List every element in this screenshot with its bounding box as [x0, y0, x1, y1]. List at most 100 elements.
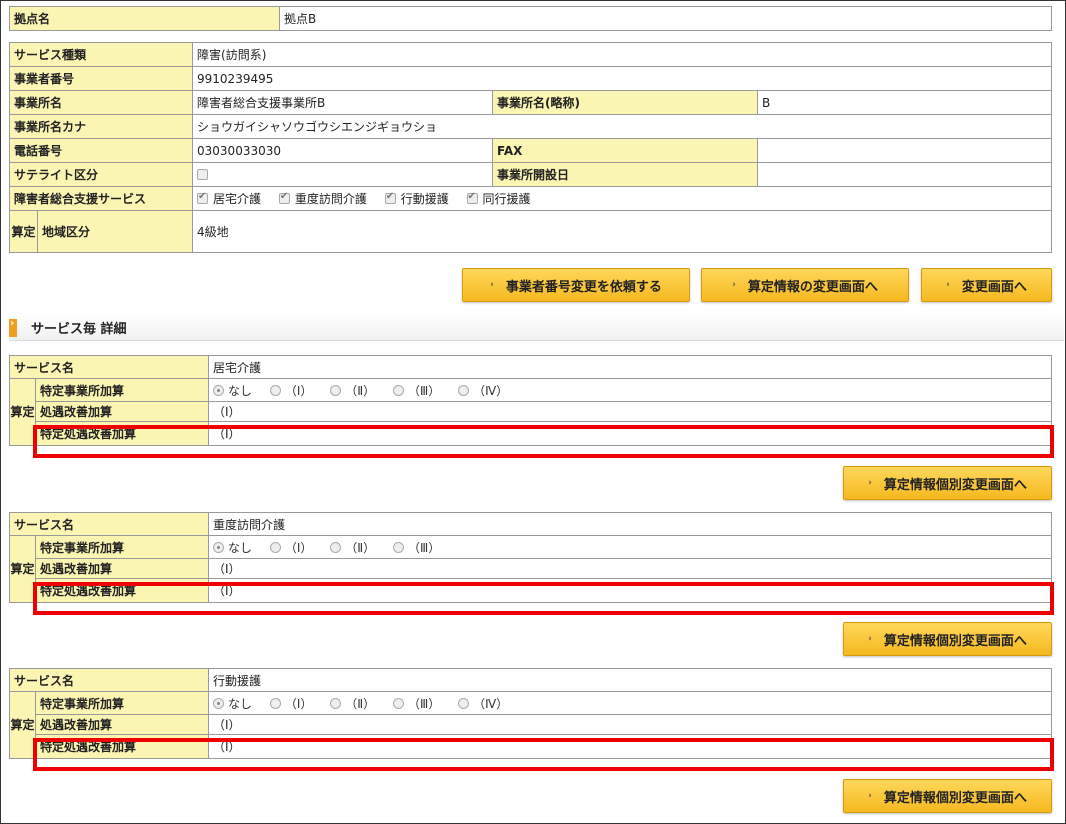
specific-treatment-improvement-label: 特定処遇改善加算: [34, 578, 210, 603]
radio-option[interactable]: [392, 384, 404, 396]
request-provider-change-button[interactable]: › 事業者番号変更を依頼する: [462, 268, 690, 302]
specific-treatment-improvement-label: 特定処遇改善加算: [34, 421, 210, 446]
specific-treatment-improvement-value: （Ⅰ）: [208, 421, 1052, 446]
santei-label: 算定: [9, 691, 36, 759]
treatment-improvement-value: （Ⅰ）: [208, 558, 1052, 579]
service-detail-table: サービス名 居宅介護 算定 特定事業所加算 なし （Ⅰ） （Ⅱ） （Ⅲ） （Ⅳ）…: [8, 355, 1052, 446]
santei-label: 算定: [9, 210, 38, 253]
specific-office-addition-options: なし （Ⅰ） （Ⅱ） （Ⅲ） （Ⅳ）: [208, 691, 1052, 715]
satellite-label: サテライト区分: [8, 162, 194, 187]
phone-label: 電話番号: [8, 138, 194, 163]
support-services-label: 障害者総合支援サービス: [8, 186, 194, 211]
radio-option-label: （Ⅰ）: [284, 696, 313, 711]
support-service-checkbox[interactable]: [197, 191, 209, 204]
satellite-checkbox[interactable]: [197, 168, 209, 180]
specific-treatment-improvement-label: 特定処遇改善加算: [34, 734, 210, 759]
radio-option[interactable]: [458, 384, 470, 396]
calc-info-change-button[interactable]: › 算定情報の変更画面へ: [701, 268, 909, 302]
radio-option[interactable]: [458, 697, 470, 709]
button-label: 算定情報の変更画面へ: [747, 279, 878, 295]
support-service-item: 重度訪問介護: [278, 190, 367, 207]
radio-option[interactable]: [392, 697, 404, 709]
service-type-label: サービス種類: [8, 42, 194, 67]
service-detail-table: サービス名 重度訪問介護 算定 特定事業所加算 なし （Ⅰ） （Ⅱ） （Ⅲ） 処…: [8, 512, 1052, 603]
section-marker-icon: [9, 318, 17, 337]
chevron-right-icon: ›: [732, 280, 736, 290]
chevron-right-icon: ›: [868, 478, 872, 488]
santei-label: 算定: [9, 378, 36, 446]
individual-calc-change-button[interactable]: › 算定情報個別変更画面へ: [843, 622, 1052, 656]
radio-option[interactable]: [213, 697, 225, 709]
radio-option-label: （Ⅱ）: [345, 383, 376, 398]
support-service-checkbox[interactable]: [466, 191, 478, 204]
change-screen-button[interactable]: › 変更画面へ: [921, 268, 1052, 302]
support-service-name: 同行援護: [482, 192, 531, 206]
office-kana-value: ショウガイシャソウゴウシエンジギョウショ: [192, 114, 1052, 139]
radio-option[interactable]: [269, 384, 281, 396]
office-name-value: 障害者総合支援事業所B: [192, 90, 494, 115]
radio-option[interactable]: [330, 541, 342, 553]
region-value: 4級地: [192, 210, 1052, 253]
chevron-right-icon: ›: [868, 634, 872, 644]
office-info-table: サービス種類 障害(訪問系) 事業者番号 9910239495 事業所名 障害者…: [8, 42, 1052, 253]
support-service-item: 行動援護: [384, 190, 449, 207]
support-service-checkbox[interactable]: [278, 191, 290, 204]
fax-label: FAX: [492, 138, 759, 163]
radio-option-label: （Ⅱ）: [345, 540, 376, 555]
santei-label: 算定: [9, 535, 36, 603]
service-name-label: サービス名: [8, 668, 210, 692]
fax-value: [757, 138, 1052, 163]
radio-option[interactable]: [269, 697, 281, 709]
office-short-value: B: [757, 90, 1052, 115]
radio-option-label: （Ⅰ）: [284, 383, 313, 398]
individual-calc-change-button[interactable]: › 算定情報個別変更画面へ: [843, 466, 1052, 500]
office-name-label: 事業所名: [8, 90, 194, 115]
treatment-improvement-label: 処遇改善加算: [34, 401, 210, 422]
specific-office-addition-label: 特定事業所加算: [34, 378, 210, 402]
base-label: 拠点名: [9, 6, 280, 31]
chevron-right-icon: ›: [946, 280, 950, 290]
radio-option[interactable]: [392, 541, 404, 553]
support-service-name: 居宅介護: [213, 192, 262, 206]
support-service-checkbox[interactable]: [384, 191, 396, 204]
radio-option-label: （Ⅱ）: [345, 696, 376, 711]
radio-option-label: なし: [228, 540, 253, 555]
office-kana-label: 事業所名カナ: [8, 114, 194, 139]
button-label: 変更画面へ: [961, 279, 1027, 295]
specific-office-addition-label: 特定事業所加算: [34, 535, 210, 559]
service-name-label: サービス名: [8, 512, 210, 536]
base-value: 拠点B: [279, 6, 1052, 31]
support-service-name: 重度訪問介護: [294, 192, 367, 206]
base-table: 拠点名 拠点B: [9, 6, 1052, 31]
treatment-improvement-value: （Ⅰ）: [208, 714, 1052, 735]
phone-value: 03030033030: [192, 138, 494, 163]
section-title: サービス毎 詳細: [31, 322, 127, 337]
button-label: 算定情報個別変更画面へ: [883, 633, 1027, 649]
radio-option[interactable]: [330, 697, 342, 709]
individual-calc-change-button[interactable]: › 算定情報個別変更画面へ: [843, 779, 1052, 813]
provider-no-value: 9910239495: [192, 66, 1052, 91]
radio-option[interactable]: [269, 541, 281, 553]
specific-office-addition-options: なし （Ⅰ） （Ⅱ） （Ⅲ）: [208, 535, 1052, 559]
service-name-label: サービス名: [8, 355, 210, 379]
office-short-label: 事業所名(略称): [492, 90, 759, 115]
chevron-right-icon: ›: [868, 791, 872, 801]
radio-option-label: （Ⅳ）: [473, 383, 509, 398]
service-type-value: 障害(訪問系): [192, 42, 1052, 67]
support-service-item: 居宅介護: [197, 190, 261, 207]
specific-treatment-improvement-value: （Ⅰ）: [208, 734, 1052, 759]
button-label: 算定情報個別変更画面へ: [883, 477, 1027, 493]
section-header: サービス毎 詳細: [9, 315, 1064, 341]
service-name-value: 重度訪問介護: [208, 512, 1052, 536]
treatment-improvement-value: （Ⅰ）: [208, 401, 1052, 422]
button-label: 算定情報個別変更画面へ: [883, 790, 1027, 806]
opening-date-label: 事業所開設日: [492, 162, 759, 187]
radio-option[interactable]: [213, 384, 225, 396]
radio-option[interactable]: [330, 384, 342, 396]
satellite-cell: [192, 162, 494, 187]
radio-option[interactable]: [213, 541, 225, 553]
service-name-value: 居宅介護: [208, 355, 1052, 379]
button-label: 事業者番号変更を依頼する: [505, 279, 662, 295]
service-detail-table: サービス名 行動援護 算定 特定事業所加算 なし （Ⅰ） （Ⅱ） （Ⅲ） （Ⅳ）…: [8, 668, 1052, 759]
treatment-improvement-label: 処遇改善加算: [34, 714, 210, 735]
